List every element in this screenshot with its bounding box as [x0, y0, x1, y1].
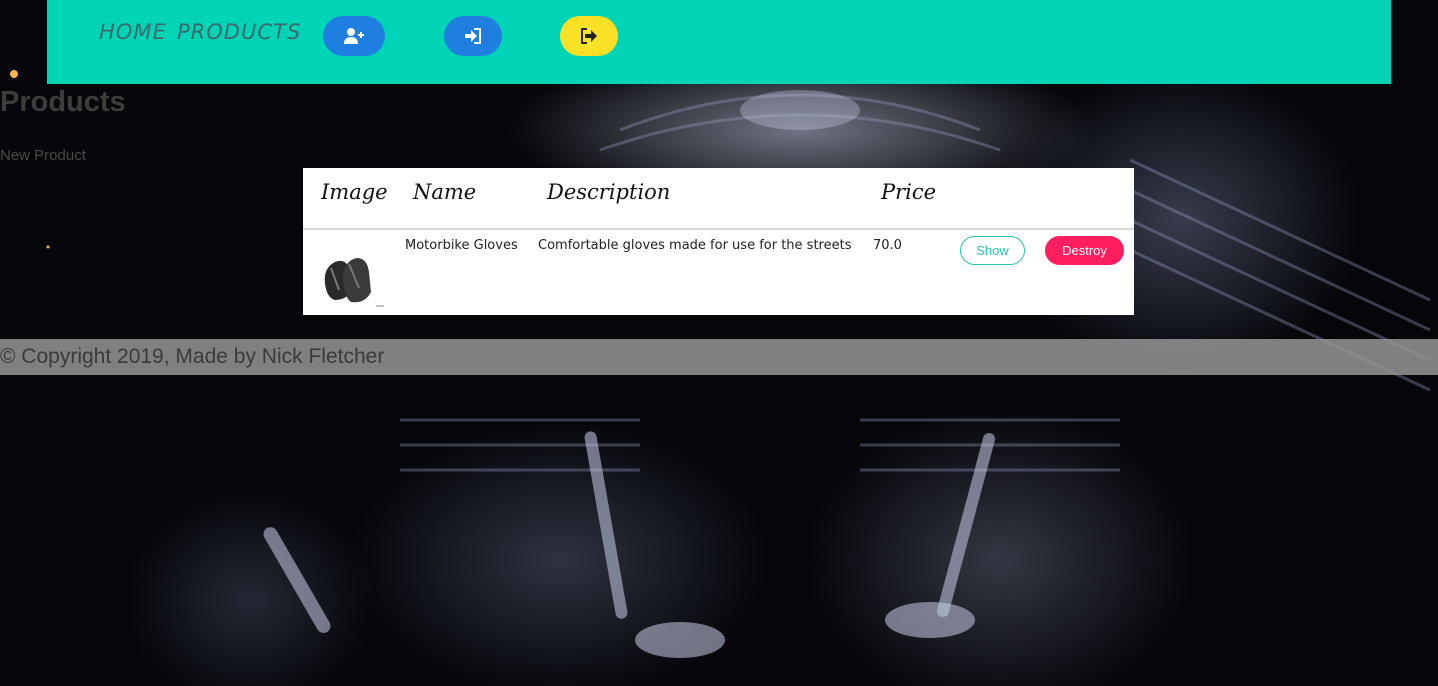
- column-header-image: Image: [321, 180, 388, 204]
- page-title: Products: [0, 86, 126, 118]
- row-description: Comfortable gloves made for use for the …: [538, 238, 852, 253]
- column-header-name: Name: [413, 180, 477, 204]
- row-price: 70.0: [873, 238, 902, 253]
- nav-home-link[interactable]: HOME: [99, 20, 167, 44]
- copyright-text: © Copyright 2019, Made by Nick Fletcher: [0, 345, 385, 368]
- products-table: Image Name Description Price Motorbike G…: [303, 168, 1134, 315]
- sign-in-icon: [465, 28, 481, 44]
- product-thumbnail-image: [324, 258, 371, 303]
- page: HOME PRODUCTS Products New Product Image…: [0, 0, 1438, 686]
- sign-out-icon: [581, 28, 597, 44]
- login-button[interactable]: [444, 16, 502, 56]
- user-plus-icon: [344, 28, 364, 44]
- column-header-description: Description: [547, 180, 671, 204]
- row-name: Motorbike Gloves: [405, 238, 518, 253]
- footer: © Copyright 2019, Made by Nick Fletcher: [0, 339, 1438, 375]
- signup-button[interactable]: [323, 16, 385, 56]
- navbar: HOME PRODUCTS: [47, 0, 1391, 84]
- new-product-link[interactable]: New Product: [0, 147, 86, 164]
- logout-button[interactable]: [560, 16, 618, 56]
- show-button[interactable]: Show: [960, 236, 1025, 265]
- header-divider: [303, 228, 1134, 230]
- nav-products-link[interactable]: PRODUCTS: [177, 20, 301, 44]
- thumbnail-caption-mark: [376, 305, 384, 307]
- column-header-price: Price: [881, 180, 937, 204]
- destroy-button[interactable]: Destroy: [1045, 236, 1124, 265]
